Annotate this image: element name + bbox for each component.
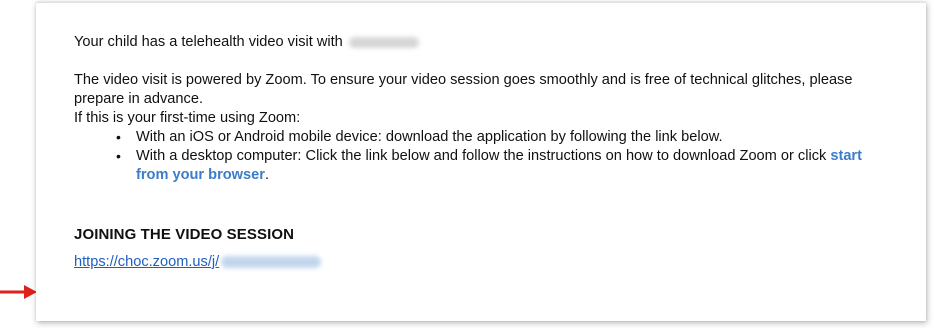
instructions-list: • With an iOS or Android mobile device: … (74, 128, 894, 185)
bullet-text-period: . (264, 167, 269, 183)
first-time-line: If this is your first-time using Zoom: (74, 110, 301, 126)
redacted-doctor-name (348, 36, 419, 48)
bullet-icon: • (116, 148, 121, 164)
list-item-desktop: • With a desktop computer: Click the lin… (116, 147, 894, 185)
bullet-text-mobile: With an iOS or Android mobile device: do… (136, 129, 723, 145)
redacted-meeting-id (221, 256, 322, 269)
list-item-mobile: • With an iOS or Android mobile device: … (116, 128, 894, 147)
email-body: Your child has a telehealth video visit … (74, 33, 894, 272)
screenshot-stage: Your child has a telehealth video visit … (0, 0, 934, 328)
zoom-meeting-link[interactable]: https://choc.zoom.us/j/ (74, 254, 322, 270)
red-arrow-pointer-icon (0, 285, 37, 299)
zoom-meeting-link-text: https://choc.zoom.us/j/ (74, 254, 220, 270)
zoom-paragraph: The video visit is powered by Zoom. To e… (74, 72, 853, 107)
meeting-link-line: https://choc.zoom.us/j/ (74, 253, 894, 272)
intro-text: Your child has a telehealth video visit … (74, 34, 343, 50)
intro-line: Your child has a telehealth video visit … (74, 33, 894, 52)
bullet-text-desktop: With a desktop computer: Click the link … (136, 148, 831, 164)
email-document: Your child has a telehealth video visit … (36, 2, 926, 321)
bullet-icon: • (116, 129, 121, 145)
section-heading: JOINING THE VIDEO SESSION (74, 226, 295, 243)
